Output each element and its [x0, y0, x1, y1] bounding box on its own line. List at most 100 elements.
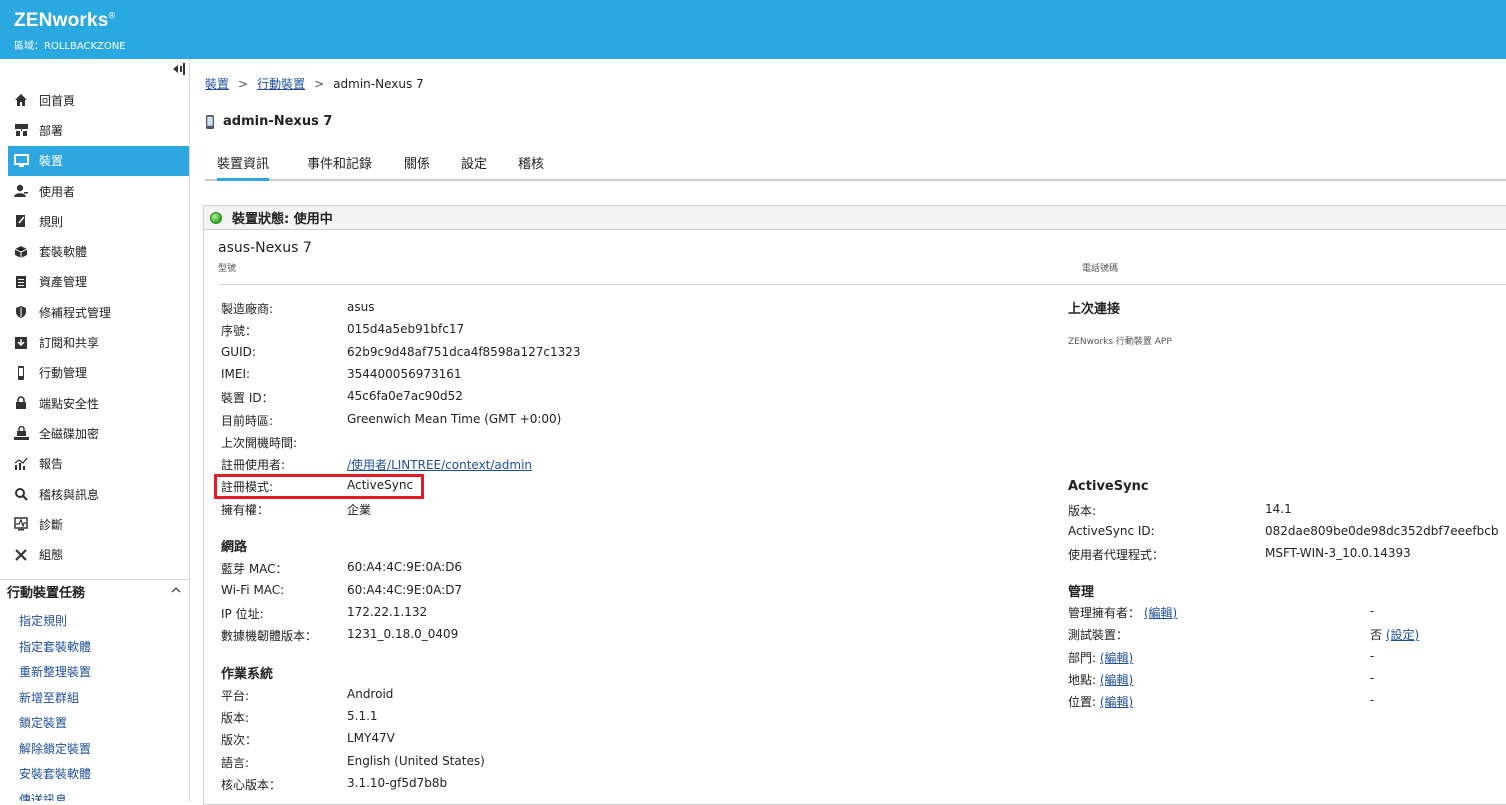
- asset-list-icon: [13, 274, 29, 290]
- task-add-to-group[interactable]: 新增至群組: [19, 686, 91, 712]
- task-install-bundle[interactable]: 安裝套裝軟體: [19, 762, 91, 788]
- main-content: 裝置 > 行動裝置 > admin-Nexus 7 admin-Nexus 7 …: [203, 59, 1506, 805]
- breadcrumb-current: admin-Nexus 7: [333, 76, 424, 91]
- platform-value: Android: [347, 687, 394, 701]
- sidebar-item-label: 行動管理: [39, 366, 88, 381]
- sidebar-item-audit-messages[interactable]: 稽核與訊息: [8, 479, 189, 509]
- tab-settings[interactable]: 設定: [461, 153, 487, 172]
- site-value: -: [1370, 671, 1375, 685]
- tab-bar: 裝置資訊 事件和記錄 關係 設定 稽核: [205, 151, 1506, 181]
- location-row: 位置: (編輯): [1068, 693, 1133, 710]
- breadcrumb-devices-link[interactable]: 裝置: [205, 75, 229, 92]
- mobile-tasks-header[interactable]: 行動裝置任務: [0, 579, 189, 603]
- tab-audit[interactable]: 稽核: [518, 153, 544, 172]
- sidebar-item-policies[interactable]: 規則: [8, 206, 189, 236]
- serial-label: 序號：: [221, 324, 258, 338]
- task-assign-bundle[interactable]: 指定套裝軟體: [19, 635, 91, 661]
- sidebar-item-home[interactable]: 回首頁: [8, 85, 189, 115]
- imei-value: 354400056973161: [347, 367, 462, 381]
- zone-label: 區域：ROLLBACKZONE: [14, 41, 126, 52]
- activesync-id-label: ActiveSync ID:: [1068, 524, 1155, 538]
- sidebar-item-label: 資產管理: [39, 275, 88, 290]
- ip-value: 172.22.1.132: [347, 605, 428, 619]
- page-title: admin-Nexus 7: [205, 114, 332, 129]
- guid-label: GUID:: [221, 345, 256, 359]
- device-status-text: 裝置狀態: 使用中: [232, 212, 333, 227]
- sidebar-item-users[interactable]: 使用者: [8, 176, 189, 206]
- manufacturer-value: asus: [347, 300, 375, 314]
- language-label: 語言:: [221, 756, 250, 770]
- sidebar-item-label: 修補程式管理: [39, 305, 112, 320]
- location-edit-link[interactable]: (編輯): [1100, 695, 1133, 709]
- device-id-label: 裝置 ID：: [221, 391, 274, 405]
- enroll-mode-label: 註冊模式:: [221, 480, 274, 494]
- breadcrumb-mobile-devices-link[interactable]: 行動裝置: [257, 75, 305, 92]
- sidebar-item-bundles[interactable]: 套裝軟體: [8, 236, 189, 266]
- ownership-value: 企業: [347, 503, 372, 517]
- task-lock-device[interactable]: 鎖定裝置: [19, 711, 91, 737]
- site-row: 地點: (編輯): [1068, 671, 1133, 688]
- last-connection-app: ZENworks 行動裝置 APP: [1068, 337, 1172, 347]
- timezone-value: Greenwich Mean Time (GMT +0:00): [347, 412, 562, 426]
- last-connection-title: 上次連接: [1068, 302, 1121, 317]
- sidebar-item-asset-management[interactable]: 資產管理: [8, 267, 189, 297]
- site-edit-link[interactable]: (編輯): [1100, 673, 1133, 687]
- tab-device-info[interactable]: 裝置資訊: [217, 153, 270, 181]
- tab-relationships[interactable]: 關係: [404, 153, 430, 172]
- sidebar-item-deployment[interactable]: 部署: [8, 115, 189, 145]
- task-unlock-device[interactable]: 解除鎖定裝置: [19, 737, 91, 763]
- sidebar-item-full-disk-encryption[interactable]: 全磁碟加密: [8, 418, 189, 448]
- model-label: 型號: [218, 264, 237, 274]
- department-label: 部門:: [1068, 651, 1097, 665]
- chevron-up-icon[interactable]: [171, 586, 181, 594]
- sidebar-item-label: 部署: [39, 123, 64, 138]
- tools-icon: [13, 547, 29, 563]
- department-row: 部門: (編輯): [1068, 649, 1133, 666]
- sidebar-item-mobile-management[interactable]: 行動管理: [8, 358, 189, 388]
- model-value: asus-Nexus 7: [218, 240, 312, 256]
- location-label: 位置:: [1068, 695, 1097, 709]
- test-device-set-link[interactable]: (設定): [1386, 628, 1419, 642]
- task-assign-policy[interactable]: 指定規則: [19, 609, 91, 635]
- user-agent-label: 使用者代理程式：: [1068, 548, 1165, 562]
- kernel-label: 核心版本：: [221, 778, 282, 792]
- enroll-user-link[interactable]: /使用者/LINTREE/context/admin: [347, 456, 532, 473]
- monitor-icon: [13, 153, 29, 169]
- sidebar-item-label: 報告: [39, 457, 64, 472]
- brand-name: ZENworks: [14, 10, 109, 31]
- sidebar-item-reports[interactable]: 報告: [8, 449, 189, 479]
- deployment-icon: [13, 122, 29, 138]
- department-value: -: [1370, 649, 1375, 663]
- mobile-tasks-list: 指定規則 指定套裝軟體 重新整理裝置 新增至群組 鎖定裝置 解除鎖定裝置 安裝套…: [19, 609, 91, 801]
- collapse-sidebar-icon[interactable]: [172, 63, 186, 75]
- sidebar-item-endpoint-security[interactable]: 端點安全性: [8, 388, 189, 418]
- sidebar-item-subscribe-share[interactable]: 訂閱和共享: [8, 327, 189, 357]
- test-device-row: 否 (設定): [1370, 626, 1419, 643]
- sidebar-item-diagnostics[interactable]: 診斷: [8, 509, 189, 539]
- language-value: English (United States): [347, 754, 485, 768]
- sidebar-item-label: 套裝軟體: [39, 245, 88, 260]
- task-refresh-device[interactable]: 重新整理裝置: [19, 660, 91, 686]
- management-owner-value: -: [1370, 604, 1375, 618]
- management-owner-edit-link[interactable]: (編輯): [1144, 606, 1177, 620]
- sidebar-item-configuration[interactable]: 組態: [8, 539, 189, 569]
- task-send-message[interactable]: 傳送訊息: [19, 788, 91, 802]
- network-section-title: 網路: [221, 540, 248, 555]
- guid-value: 62b9c9d48af751dca4f8598a127c1323: [347, 345, 581, 359]
- tab-events-logs[interactable]: 事件和記錄: [307, 153, 372, 172]
- sidebar: 回首頁 部署 裝置 使用者 規則 套裝軟體 資產管理 修補程式管理 訂閱和共享 …: [0, 59, 190, 801]
- sidebar-item-label: 診斷: [39, 517, 64, 532]
- location-value: -: [1370, 693, 1375, 707]
- lock-icon: [13, 395, 29, 411]
- ownership-label: 擁有權：: [221, 503, 270, 517]
- download-box-icon: [13, 335, 29, 351]
- firmware-label: 數據機韌體版本：: [221, 629, 318, 643]
- mobile-phone-icon: [13, 365, 29, 381]
- sidebar-item-patch-management[interactable]: 修補程式管理: [8, 297, 189, 327]
- mobile-tasks-title: 行動裝置任務: [7, 586, 86, 601]
- department-edit-link[interactable]: (編輯): [1100, 651, 1133, 665]
- manufacturer-label: 製造廠商:: [221, 302, 274, 316]
- brand-logo[interactable]: ZENworks®: [14, 10, 115, 32]
- sidebar-item-devices[interactable]: 裝置: [8, 145, 189, 176]
- enroll-mode-value: ActiveSync: [347, 478, 414, 492]
